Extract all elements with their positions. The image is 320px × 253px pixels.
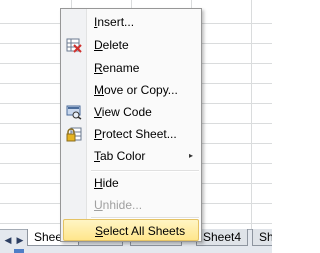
menu-item-unhide: Unhide... — [63, 194, 199, 216]
menu-item-label: Select All Sheets — [95, 224, 186, 238]
sheet-tab-sheet5[interactable]: Sh — [252, 229, 272, 246]
menu-item-move-or-copy[interactable]: Move or Copy... — [63, 79, 199, 101]
submenu-arrow-icon: ▸ — [188, 151, 193, 160]
protect-sheet-icon — [66, 126, 82, 142]
menu-item-label: Move or Copy... — [94, 83, 178, 97]
menu-item-label: Protect Sheet... — [94, 127, 177, 141]
insert-sheet-icon — [14, 249, 24, 253]
menu-item-hide[interactable]: Hide — [63, 172, 199, 194]
view-code-icon — [66, 104, 82, 120]
sheet-tab-context-menu: Insert... Delete Rename Move or Copy... — [60, 8, 202, 242]
menu-item-label: Insert... — [94, 15, 135, 29]
sheet-tab-sheet4[interactable]: Sheet4 — [196, 229, 249, 246]
menu-item-protect-sheet[interactable]: Protect Sheet... — [63, 123, 199, 145]
menu-item-label: Tab Color — [94, 149, 146, 163]
menu-item-label: Delete — [94, 38, 129, 52]
menu-item-insert[interactable]: Insert... — [63, 11, 199, 33]
menu-item-label: Rename — [94, 61, 140, 75]
menu-item-select-all-sheets[interactable]: Select All Sheets — [63, 219, 199, 241]
menu-item-rename[interactable]: Rename — [63, 57, 199, 79]
menu-item-label: Hide — [94, 176, 119, 190]
menu-item-label: Unhide... — [94, 198, 143, 212]
menu-item-delete[interactable]: Delete — [63, 34, 199, 56]
menu-item-label: View Code — [94, 105, 152, 119]
menu-item-tab-color[interactable]: Tab Color ▸ — [63, 145, 199, 167]
tab-scroll-right-button[interactable]: ▶ — [14, 233, 26, 247]
tab-scroll-left-button[interactable]: ◀ — [2, 233, 14, 247]
menu-item-view-code[interactable]: View Code — [63, 101, 199, 123]
delete-sheet-icon — [66, 37, 82, 53]
excel-window: ◀ ▶ Sheet1 Sheet2 Sheet3 Sheet4 Sh Inser… — [0, 0, 272, 253]
